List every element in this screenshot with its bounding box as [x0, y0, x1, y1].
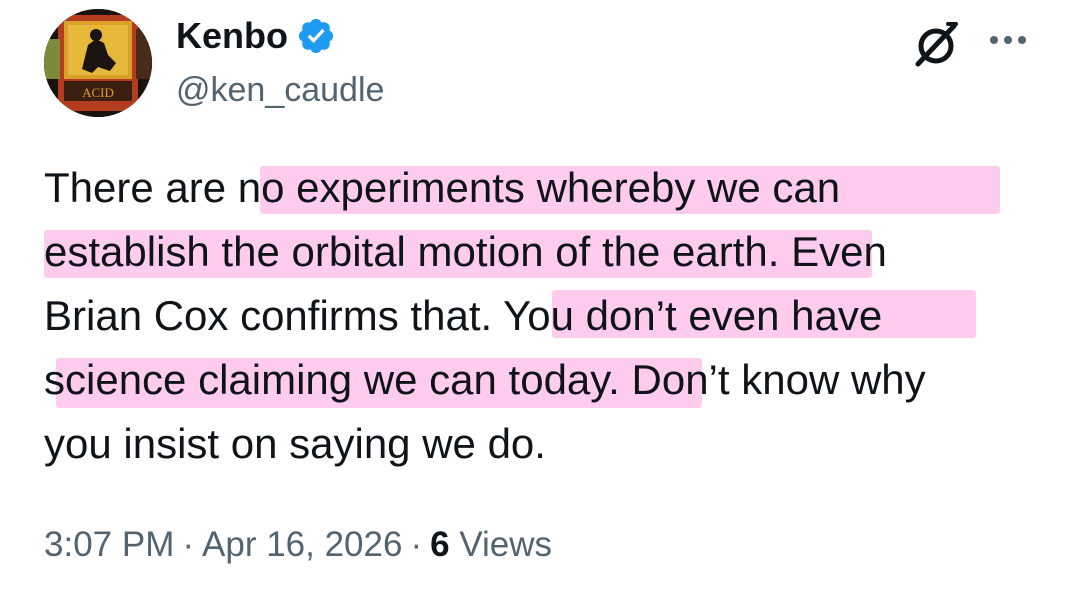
tweet-line-text: science claiming we can today. Don’t kno…	[44, 356, 926, 403]
tweet-line: Brian Cox confirms that. You don’t even …	[44, 284, 1044, 348]
tweet-line-text: establish the orbital motion of the eart…	[44, 228, 887, 275]
meta-separator: ·	[410, 525, 423, 564]
meta-separator: ·	[182, 525, 195, 564]
author-name-row[interactable]: Kenbo	[176, 14, 336, 58]
tweet-time[interactable]: 3:07 PM	[44, 525, 174, 564]
tweet-text: There are no experiments whereby we can …	[44, 156, 1044, 476]
display-name[interactable]: Kenbo	[176, 14, 288, 58]
avatar-label: ACID	[82, 85, 114, 100]
views-label[interactable]: Views	[459, 525, 552, 564]
tweet-line: establish the orbital motion of the eart…	[44, 220, 1044, 284]
tweet-line: There are no experiments whereby we can	[44, 156, 1044, 220]
verified-badge-icon	[296, 16, 336, 56]
tweet-line-text: you insist on saying we do.	[44, 420, 546, 467]
tweet-line-text: There are no experiments whereby we can	[44, 164, 841, 211]
tweet-date[interactable]: Apr 16, 2026	[202, 525, 402, 564]
tweet-line: science claiming we can today. Don’t kno…	[44, 348, 1044, 412]
views-count[interactable]: 6	[430, 525, 449, 564]
avatar[interactable]: ACID	[44, 9, 152, 117]
tweet-meta: 3:07 PM · Apr 16, 2026 · 6 Views	[44, 522, 552, 568]
tweet-line: you insist on saying we do.	[44, 412, 1044, 476]
more-icon[interactable]	[982, 22, 1034, 58]
grok-icon[interactable]	[910, 18, 962, 70]
tweet-line-text: Brian Cox confirms that. You don’t even …	[44, 292, 883, 339]
author-handle[interactable]: @ken_caudle	[176, 68, 384, 112]
avatar-image: ACID	[44, 9, 152, 117]
